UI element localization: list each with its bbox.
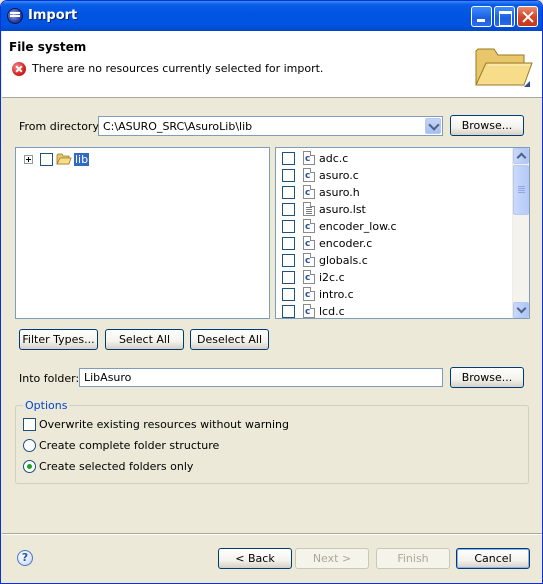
file-name: lcd.c (319, 305, 345, 318)
scroll-thumb[interactable] (513, 165, 529, 215)
next-button[interactable]: Next > (295, 548, 369, 569)
back-button[interactable]: < Back (218, 548, 292, 569)
create-selected-label: Create selected folders only (39, 460, 194, 473)
create-complete-radio[interactable] (23, 439, 36, 452)
file-name: encoder_low.c (319, 220, 397, 233)
title-bar[interactable]: Import (1, 1, 542, 31)
file-name: asuro.h (319, 186, 360, 199)
file-checkbox[interactable] (282, 271, 295, 284)
text-file-icon: c (303, 202, 315, 216)
finish-button[interactable]: Finish (376, 548, 450, 569)
file-list-scrollbar[interactable] (512, 148, 529, 318)
file-list-item[interactable]: c encoder.c (276, 235, 512, 252)
c-file-icon: c (303, 253, 315, 267)
folder-tree[interactable]: lib (15, 147, 270, 319)
file-checkbox[interactable] (282, 305, 295, 318)
error-message: There are no resources currently selecte… (32, 62, 324, 75)
close-button[interactable] (517, 6, 538, 27)
c-file-icon: c (303, 304, 315, 318)
c-file-icon: c (303, 270, 315, 284)
create-complete-label: Create complete folder structure (39, 439, 220, 452)
chevron-down-icon[interactable] (425, 118, 441, 134)
into-folder-browse-button[interactable]: Browse... (450, 367, 524, 388)
eclipse-icon (7, 8, 23, 24)
c-file-icon: c (303, 219, 315, 233)
tree-lib-checkbox[interactable] (40, 153, 53, 166)
into-folder-label: Into folder: (19, 372, 80, 385)
filter-types-button[interactable]: Filter Types... (19, 329, 98, 350)
wizard-header: File system There are no resources curre… (2, 31, 542, 98)
overwrite-checkbox[interactable] (23, 418, 36, 431)
open-folder-icon (475, 48, 533, 87)
file-checkbox[interactable] (282, 288, 295, 301)
file-checkbox[interactable] (282, 169, 295, 182)
c-file-icon: c (303, 287, 315, 301)
file-list-item[interactable]: c asuro.lst (276, 201, 512, 218)
from-directory-value: C:\ASURO_SRC\AsuroLib\lib (103, 120, 253, 133)
file-name: intro.c (319, 288, 354, 301)
deselect-all-button[interactable]: Deselect All (190, 329, 269, 350)
create-selected-radio[interactable] (23, 460, 36, 473)
tree-item-lib[interactable]: lib (74, 153, 90, 166)
import-dialog: Import File system There are no resource… (0, 0, 543, 584)
file-list-item[interactable]: c adc.c (276, 150, 512, 167)
file-checkbox[interactable] (282, 203, 295, 216)
c-file-icon: c (303, 185, 315, 199)
c-file-icon: c (303, 151, 315, 165)
file-name: asuro.c (319, 169, 359, 182)
file-name: globals.c (319, 254, 368, 267)
file-name: asuro.lst (319, 203, 366, 216)
file-name: i2c.c (319, 271, 345, 284)
help-icon[interactable]: ? (17, 550, 33, 566)
into-folder-field[interactable]: LibAsuro (79, 368, 443, 387)
into-folder-value: LibAsuro (84, 371, 132, 384)
expand-icon[interactable] (24, 155, 33, 164)
file-list-item[interactable]: c asuro.h (276, 184, 512, 201)
file-list-item[interactable]: c i2c.c (276, 269, 512, 286)
footer-separator (2, 533, 542, 535)
file-list-item[interactable]: c asuro.c (276, 167, 512, 184)
file-list-item[interactable]: c encoder_low.c (276, 218, 512, 235)
file-checkbox[interactable] (282, 186, 295, 199)
error-icon (12, 62, 26, 76)
file-list-item[interactable]: c intro.c (276, 286, 512, 303)
file-name: adc.c (319, 152, 349, 165)
overwrite-label: Overwrite existing resources without war… (39, 418, 290, 431)
file-name: encoder.c (319, 237, 373, 250)
from-directory-combo[interactable]: C:\ASURO_SRC\AsuroLib\lib (98, 116, 443, 136)
cancel-button[interactable]: Cancel (456, 548, 530, 569)
c-file-icon: c (303, 236, 315, 250)
from-directory-label: From directory: (19, 120, 102, 133)
page-title: File system (9, 40, 87, 54)
maximize-button[interactable] (494, 6, 515, 27)
file-checkbox[interactable] (282, 152, 295, 165)
file-list-item[interactable]: c lcd.c (276, 303, 512, 318)
file-checkbox[interactable] (282, 220, 295, 233)
file-checkbox[interactable] (282, 237, 295, 250)
scroll-down-icon[interactable] (513, 302, 529, 318)
file-list-item[interactable]: c globals.c (276, 252, 512, 269)
window-title: Import (28, 8, 78, 23)
minimize-button[interactable] (471, 6, 492, 27)
from-directory-browse-button[interactable]: Browse... (450, 115, 524, 136)
options-group-label: Options (23, 399, 70, 412)
c-file-icon: c (303, 168, 315, 182)
scroll-up-icon[interactable] (513, 148, 529, 164)
file-list[interactable]: c adc.c c asuro.c c asuro.h c asuro.lst c encoder… (275, 147, 530, 319)
select-all-button[interactable]: Select All (105, 329, 184, 350)
folder-icon (56, 153, 72, 165)
file-checkbox[interactable] (282, 254, 295, 267)
